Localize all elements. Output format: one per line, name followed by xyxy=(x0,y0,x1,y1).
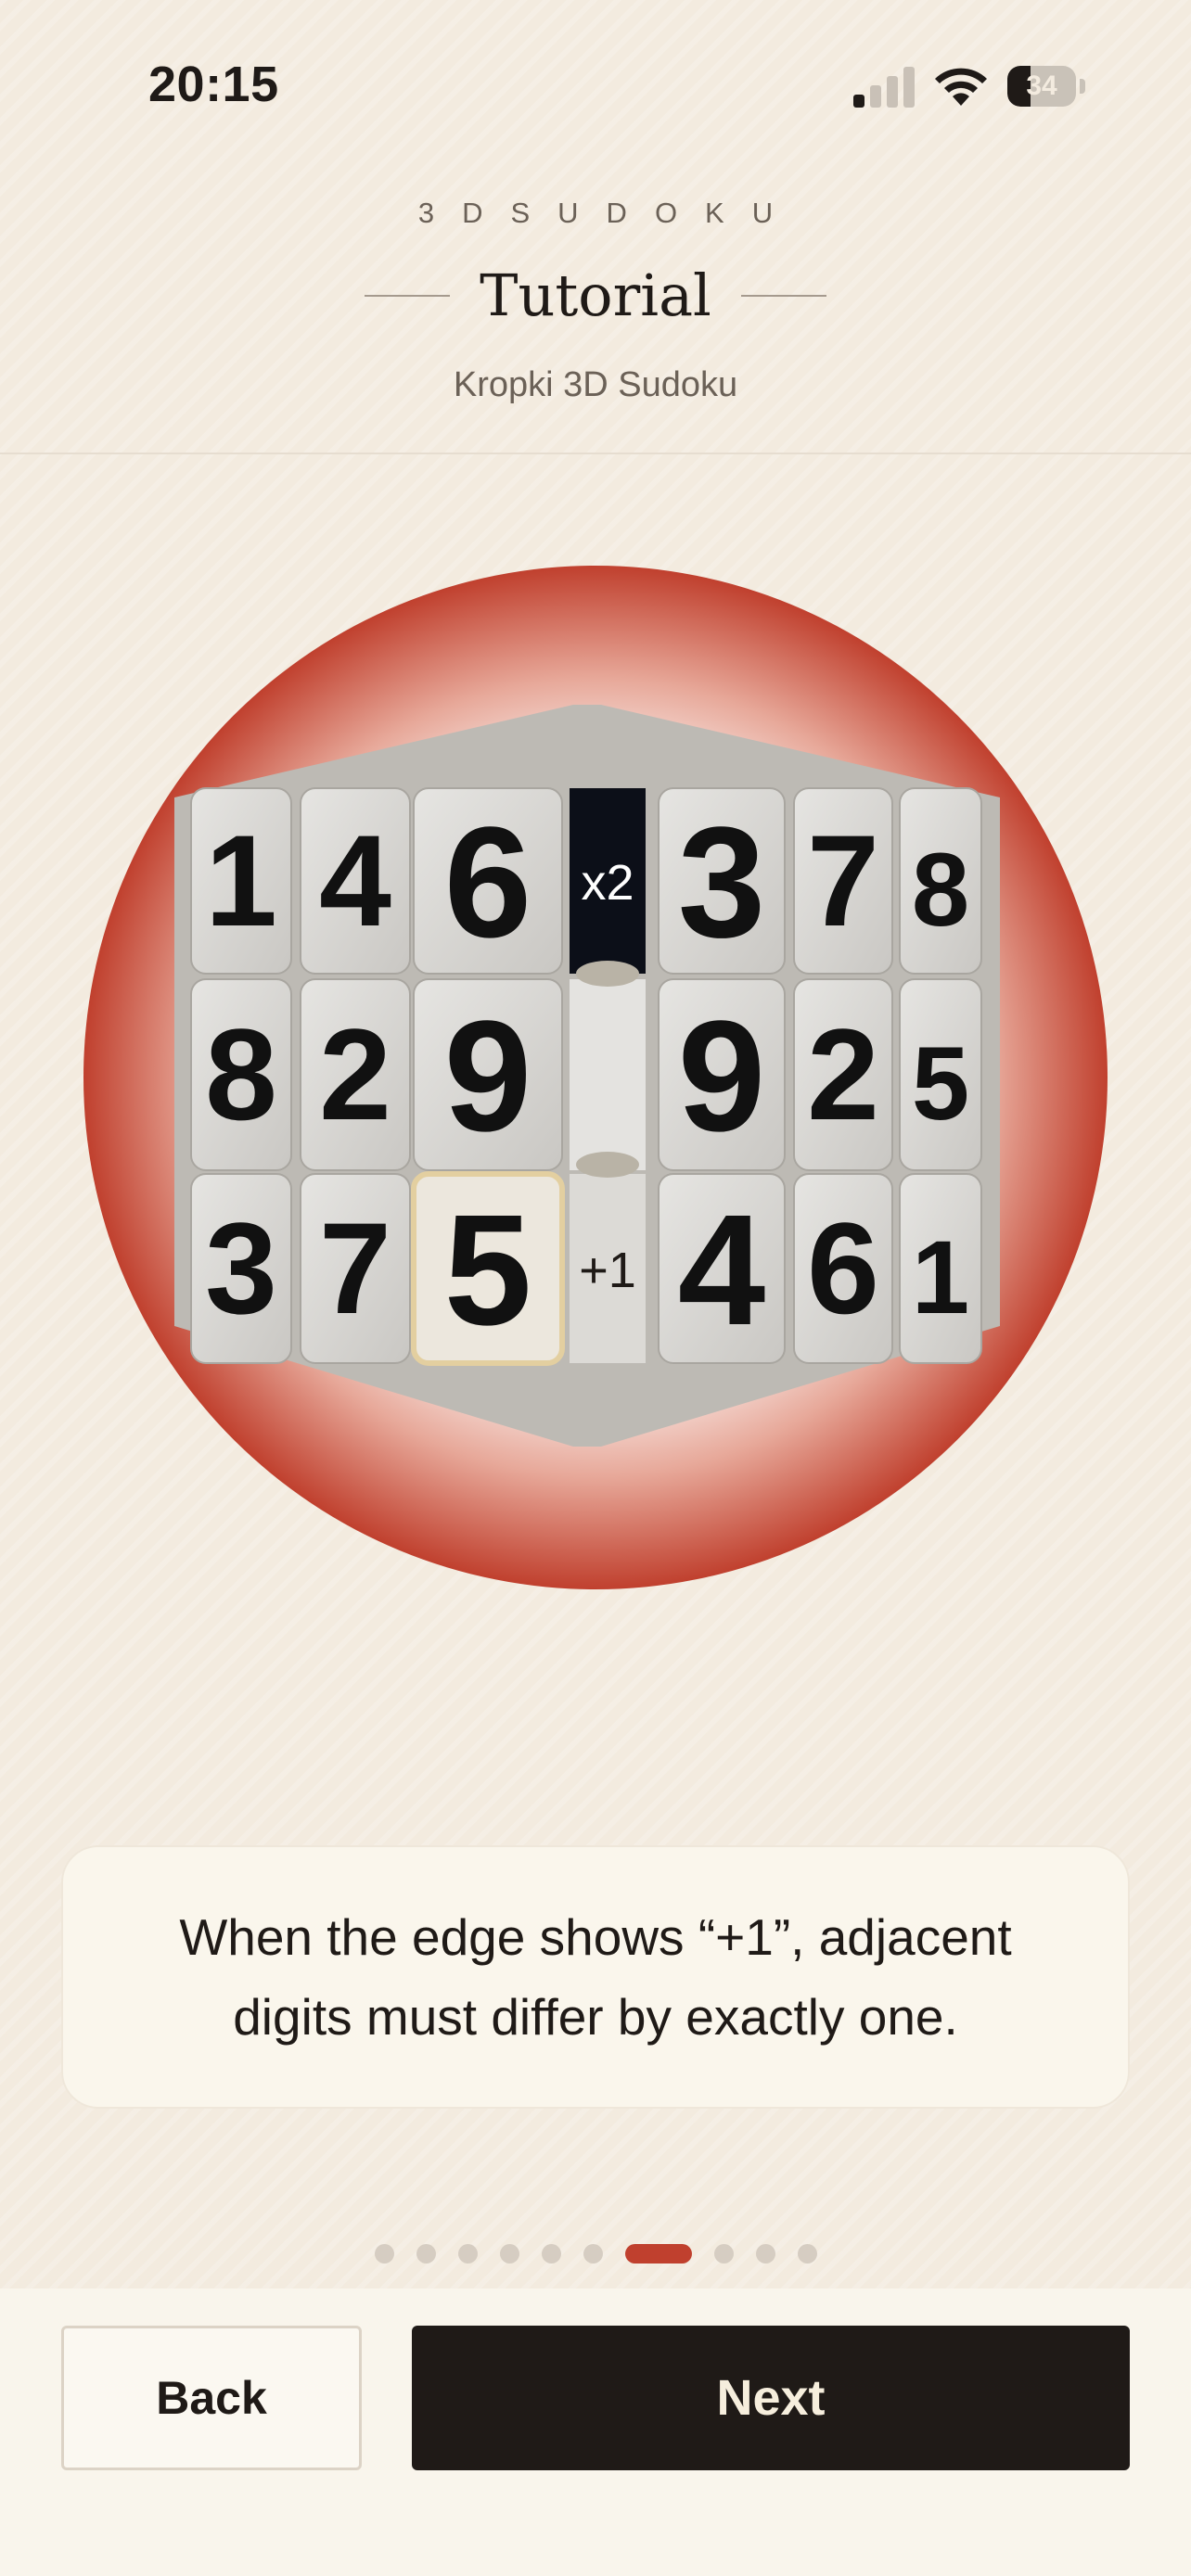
hint-card: When the edge shows “+1”, adjacent digit… xyxy=(61,1845,1130,2109)
cube-digit: 7 xyxy=(319,1195,391,1341)
cube-digit: 8 xyxy=(205,1001,277,1147)
back-button[interactable]: Back xyxy=(61,2326,362,2470)
page-dot xyxy=(713,2243,734,2264)
page-dot-active xyxy=(624,2243,692,2264)
cube-digit: 3 xyxy=(678,795,766,971)
cube-digit: 4 xyxy=(678,1182,766,1358)
page-dot xyxy=(499,2243,519,2264)
status-time: 20:15 xyxy=(148,57,279,112)
battery-percent: 34 xyxy=(1026,70,1057,101)
page-dot xyxy=(797,2243,817,2264)
cube-edge-segment xyxy=(570,979,646,1170)
cube-digit: 7 xyxy=(807,808,879,953)
cube-digit: 4 xyxy=(319,808,391,953)
cube-svg: 1 4 68 2 93 7 53 7 89 2 54 6 1x2+1 xyxy=(83,566,1108,1589)
page-dot xyxy=(457,2243,478,2264)
cube-digit: 5 xyxy=(912,1026,969,1141)
header-divider xyxy=(0,453,1191,454)
page-subtitle: Kropki 3D Sudoku xyxy=(453,365,738,404)
brand-wordmark: 3DSUDOKU xyxy=(417,197,801,229)
hint-text: When the edge shows “+1”, adjacent digit… xyxy=(179,1908,1012,2046)
cube-digit: 6 xyxy=(444,795,532,971)
title-rule-left xyxy=(365,294,451,297)
cellular-signal-icon xyxy=(853,67,915,108)
page-dot xyxy=(416,2243,436,2264)
cube-illustration: 1 4 6 8 2 9 3 7 5 3 7 8 9 2 5 4 6 1 x2 +1 xyxy=(82,566,1109,1589)
cube-digit: 3 xyxy=(205,1195,277,1341)
cube-digit: 1 xyxy=(205,808,277,953)
cube-digit: 6 xyxy=(807,1195,879,1341)
cube-digit: 2 xyxy=(319,1001,391,1147)
cube-edge-marker: x2 xyxy=(581,855,634,911)
page-dot xyxy=(374,2243,394,2264)
page-dot xyxy=(755,2243,775,2264)
cube-digit: 1 xyxy=(912,1219,969,1335)
battery-icon: 34 xyxy=(1007,66,1085,107)
cube-edge-marker: +1 xyxy=(579,1243,636,1298)
page-title: Tutorial xyxy=(480,261,711,329)
cube-digit: 9 xyxy=(678,988,766,1165)
page-indicator xyxy=(0,2242,1191,2264)
cube-edge-joint xyxy=(576,1152,639,1178)
cube-digit: 8 xyxy=(912,832,969,948)
page-dot xyxy=(541,2243,561,2264)
cube-digit: 9 xyxy=(444,988,532,1165)
title-row: Tutorial xyxy=(0,261,1191,329)
cube-digit: 5 xyxy=(444,1182,532,1358)
next-button[interactable]: Next xyxy=(412,2326,1130,2470)
page-dot xyxy=(583,2243,603,2264)
title-rule-right xyxy=(740,294,826,297)
cube-digit: 2 xyxy=(807,1001,879,1147)
wifi-icon xyxy=(932,65,990,108)
cube-edge-joint xyxy=(576,961,639,987)
